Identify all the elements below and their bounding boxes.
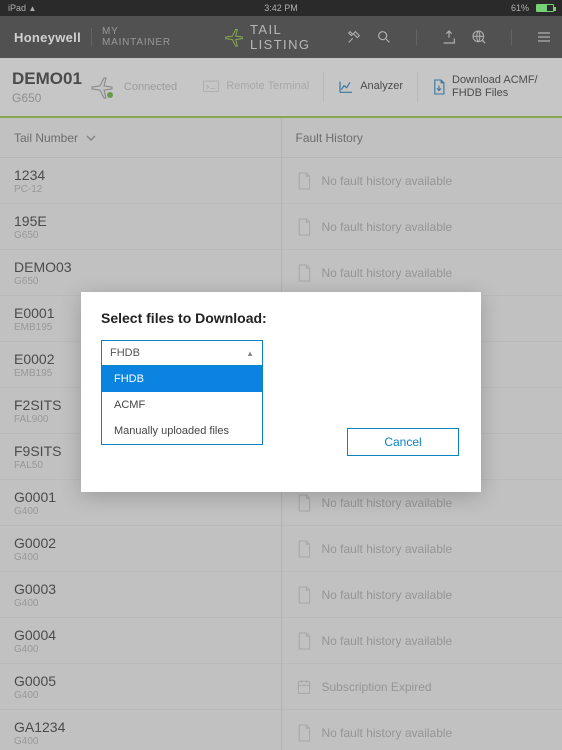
cancel-button[interactable]: Cancel bbox=[347, 428, 459, 456]
modal-title: Select files to Download: bbox=[101, 310, 461, 326]
caret-up-icon: ▲ bbox=[246, 349, 254, 358]
dropdown-option[interactable]: Manually uploaded files bbox=[102, 418, 262, 444]
file-type-dropdown: FHDBACMFManually uploaded files bbox=[101, 366, 263, 445]
selected-value: FHDB bbox=[110, 347, 140, 359]
download-modal: Select files to Download: FHDB ▲ FHDBACM… bbox=[81, 292, 481, 492]
dropdown-option[interactable]: FHDB bbox=[102, 366, 262, 392]
cancel-label: Cancel bbox=[384, 435, 421, 449]
dropdown-option[interactable]: ACMF bbox=[102, 392, 262, 418]
file-type-select[interactable]: FHDB ▲ bbox=[101, 340, 263, 366]
